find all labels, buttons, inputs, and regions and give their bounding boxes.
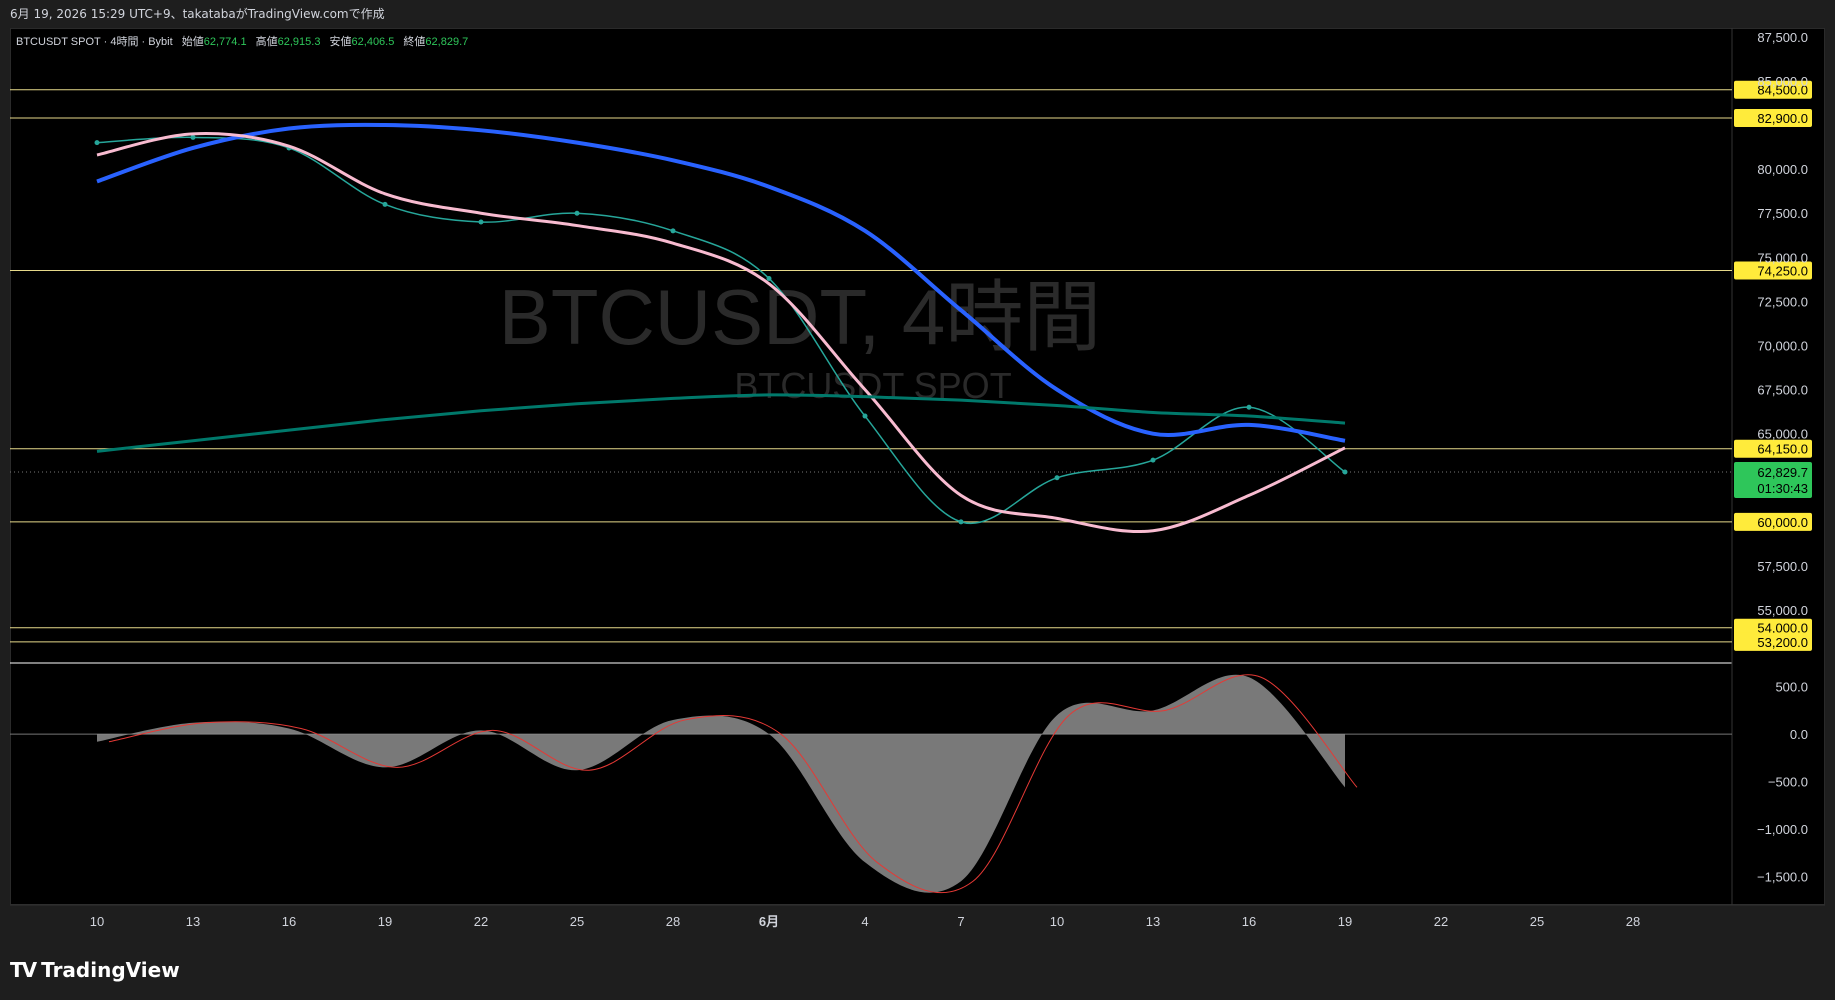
time-tick-label: 13	[186, 914, 200, 929]
legend-low-value: 62,406.5	[352, 36, 395, 48]
legend-high-label: 高値	[256, 34, 278, 48]
time-tick-label: 28	[666, 914, 680, 929]
level-label: 64,150.0	[1757, 442, 1808, 457]
last-price-label: 62,829.7	[1757, 465, 1808, 480]
chart-svg[interactable]: BTCUSDT, 4時間 BTCUSDT SPOT BTCUSDT SPOT ·…	[0, 0, 1835, 1000]
legend-open-label: 始値	[182, 34, 204, 48]
price-tick-label: 72,500.0	[1757, 294, 1808, 309]
price-point	[766, 275, 772, 281]
ma-teal-line	[96, 393, 1346, 453]
time-tick-label: 22	[474, 914, 488, 929]
price-tick-label: 65,000.0	[1757, 427, 1808, 442]
price-point	[574, 210, 580, 216]
time-tick-label: 22	[1434, 914, 1448, 929]
price-point	[190, 134, 196, 140]
tradingview-logo-icon: 𝗧𝗩	[10, 958, 37, 982]
price-point	[94, 140, 100, 146]
time-tick-label: 19	[378, 914, 392, 929]
price-point	[478, 219, 484, 225]
price-tick-label: 87,500.0	[1757, 30, 1808, 45]
time-tick-label: 19	[1338, 914, 1352, 929]
price-point	[382, 201, 388, 207]
legend: BTCUSDT SPOT · 4時間 · Bybit 始値62,774.1 高値…	[16, 34, 468, 48]
tradingview-footer[interactable]: 𝗧𝗩 TradingView	[10, 955, 180, 985]
oscillator-pane	[10, 674, 1732, 894]
time-tick-label: 10	[90, 914, 104, 929]
osc-tick-label: −500.0	[1768, 775, 1808, 790]
price-point	[1246, 404, 1252, 410]
price-point	[670, 228, 676, 234]
price-tick-label: 80,000.0	[1757, 162, 1808, 177]
legend-low-label: 安値	[330, 34, 352, 48]
legend-open-value: 62,774.1	[204, 36, 247, 48]
time-tick-label: 25	[570, 914, 584, 929]
price-tick-label: 85,000.0	[1757, 74, 1808, 89]
legend-high-value: 62,915.3	[278, 36, 321, 48]
osc-tick-label: 0.0	[1790, 727, 1808, 742]
level-label: 74,250.0	[1757, 264, 1808, 279]
legend-symbol: BTCUSDT SPOT · 4時間 · Bybit	[16, 35, 173, 48]
time-tick-label: 16	[1242, 914, 1256, 929]
price-tick-label: 55,000.0	[1757, 603, 1808, 618]
price-point	[1342, 469, 1348, 475]
price-tick-label: 77,500.0	[1757, 206, 1808, 221]
osc-histogram-area	[97, 674, 1345, 893]
level-label: 82,900.0	[1757, 111, 1808, 126]
price-tick-label: 67,500.0	[1757, 383, 1808, 398]
osc-tick-label: 500.0	[1775, 680, 1808, 695]
price-point	[1150, 457, 1156, 463]
level-label: 60,000.0	[1757, 515, 1808, 530]
price-point	[958, 519, 964, 525]
level-label: 53,200.0	[1757, 635, 1808, 650]
time-tick-label: 13	[1146, 914, 1160, 929]
time-tick-label: 28	[1626, 914, 1640, 929]
time-tick-label: 10	[1050, 914, 1064, 929]
time-tick-label: 6月	[759, 914, 779, 929]
price-point	[1054, 475, 1060, 481]
legend-close-label: 終値	[403, 34, 425, 48]
price-tick-label: 70,000.0	[1757, 339, 1808, 354]
time-tick-label: 4	[861, 914, 868, 929]
price-tick-label: 75,000.0	[1757, 250, 1808, 265]
price-point	[862, 413, 868, 419]
time-tick-label: 7	[957, 914, 964, 929]
legend-close-value: 62,829.7	[425, 36, 468, 48]
countdown-label: 01:30:43	[1757, 481, 1808, 496]
footer-brand: TradingView	[41, 958, 180, 982]
osc-tick-label: −1,000.0	[1757, 822, 1808, 837]
time-tick-label: 16	[282, 914, 296, 929]
osc-tick-label: −1,500.0	[1757, 870, 1808, 885]
time-tick-label: 25	[1530, 914, 1544, 929]
price-tick-label: 57,500.0	[1757, 559, 1808, 574]
